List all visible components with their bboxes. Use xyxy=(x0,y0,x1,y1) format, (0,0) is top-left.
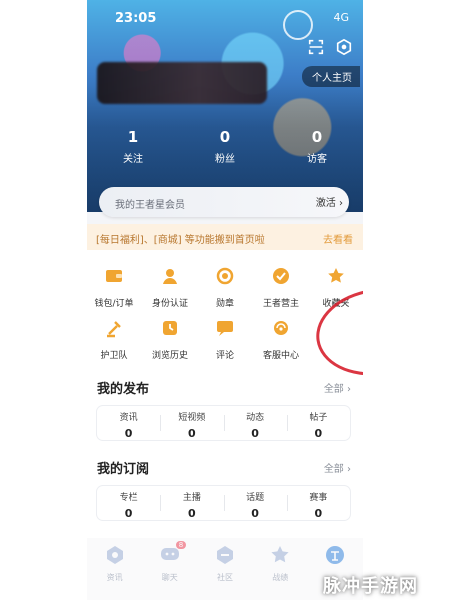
status-signal: 4G xyxy=(333,11,349,24)
grid-label: 身份认证 xyxy=(151,299,188,309)
subs-streamers[interactable]: 主播 0 xyxy=(160,486,223,520)
posts-moments[interactable]: 动态 0 xyxy=(223,406,287,440)
grid-label: 客服中心 xyxy=(262,351,299,361)
stat-fans[interactable]: 0 粉丝 xyxy=(179,128,271,165)
star-icon xyxy=(328,268,344,283)
cell-value: 0 xyxy=(188,427,196,440)
vip-membership-bar[interactable]: 我的王者星会员 激活 › xyxy=(99,187,349,217)
grid-item-wallet[interactable]: 钱包/订单 xyxy=(87,266,142,309)
posts-news[interactable]: 资讯 0 xyxy=(97,406,160,440)
my-subscriptions-section: 我的订阅 全部 › 专栏 0 主播 0 话题 0 赛事 0 xyxy=(87,442,363,538)
redacted-user-info xyxy=(97,62,267,104)
check-badge-icon xyxy=(273,268,289,284)
cell-label: 资讯 xyxy=(119,413,138,423)
tab-record[interactable]: 战绩 xyxy=(253,538,308,600)
stat-visitors[interactable]: 0 访客 xyxy=(271,128,363,165)
posts-threads[interactable]: 帖子 0 xyxy=(286,406,350,440)
phone-screen: 23:05 4G 个人主页 1 关注 0 粉丝 0 访客 我的王者星会员 激活 … xyxy=(87,0,363,600)
cell-label: 赛事 xyxy=(309,493,328,503)
grid-item-comments[interactable]: 评论 xyxy=(197,318,253,361)
grid-label: 勋章 xyxy=(215,299,234,309)
tab-chat[interactable]: 8 聊天 xyxy=(142,538,197,600)
stat-value: 0 xyxy=(219,128,231,146)
profile-stats: 1 关注 0 粉丝 0 访客 xyxy=(87,128,363,165)
status-bar: 23:05 4G xyxy=(87,8,363,28)
comment-icon xyxy=(217,321,233,336)
tab-news[interactable]: 资讯 xyxy=(87,538,142,600)
grid-item-history[interactable]: 浏览历史 xyxy=(142,318,198,361)
stat-label: 粉丝 xyxy=(215,154,235,165)
section-title: 我的订阅 xyxy=(97,462,150,477)
posts-videos[interactable]: 短视频 0 xyxy=(160,406,223,440)
cell-label: 专栏 xyxy=(119,493,138,503)
celebrate-icon xyxy=(326,546,345,564)
tab-label: 聊天 xyxy=(161,573,178,582)
site-watermark: 脉冲手游网 xyxy=(323,568,449,598)
grid-item-guard[interactable]: 护卫队 xyxy=(87,318,142,361)
posts-stats: 资讯 0 短视频 0 动态 0 帖子 0 xyxy=(97,406,350,440)
notice-banner: [每日福利]、[商城] 等功能搬到首页啦 去看看 xyxy=(87,224,363,250)
cell-value: 0 xyxy=(314,427,323,440)
cell-value: 0 xyxy=(124,507,133,520)
section-title: 我的发布 xyxy=(97,382,150,397)
settings-hexagon-icon[interactable] xyxy=(335,38,353,56)
support-icon xyxy=(274,321,288,335)
tab-label: 资讯 xyxy=(106,573,123,582)
cell-value: 0 xyxy=(188,507,196,520)
scan-icon[interactable] xyxy=(307,38,325,56)
watermark-text: 脉冲手游网 xyxy=(323,576,418,597)
notice-link[interactable]: 去看看 xyxy=(323,231,353,246)
bottom-tab-bar: 资讯 8 聊天 社区 战绩 xyxy=(87,538,363,600)
profile-home-button[interactable]: 个人主页 xyxy=(302,66,360,87)
record-icon xyxy=(271,546,289,563)
tab-label: 社区 xyxy=(217,573,233,582)
grid-label: 浏览历史 xyxy=(151,351,188,361)
cell-value: 0 xyxy=(251,507,259,520)
stat-following[interactable]: 1 关注 xyxy=(87,128,179,165)
grid-item-medal[interactable]: 勋章 xyxy=(197,266,253,309)
history-icon xyxy=(163,321,177,335)
medal-icon xyxy=(216,267,234,285)
tab-label: 战绩 xyxy=(272,573,289,582)
guard-icon xyxy=(107,321,121,338)
status-time: 23:05 xyxy=(115,11,157,26)
stat-label: 访客 xyxy=(307,154,327,165)
grid-item-support[interactable]: 客服中心 xyxy=(253,318,309,361)
vip-activate-button[interactable]: 激活 › xyxy=(316,194,343,209)
view-all-link[interactable]: 全部 › xyxy=(324,380,351,395)
grid-label: 评论 xyxy=(215,351,234,361)
subs-events[interactable]: 赛事 0 xyxy=(286,486,350,520)
chat-badge: 8 xyxy=(175,541,187,549)
grid-label: 护卫队 xyxy=(100,351,128,361)
subscriptions-stats: 专栏 0 主播 0 话题 0 赛事 0 xyxy=(97,486,350,520)
tab-community[interactable]: 社区 xyxy=(197,538,252,600)
profile-header-banner xyxy=(87,0,363,212)
cell-label: 主播 xyxy=(182,493,201,503)
news-icon xyxy=(106,546,123,564)
cell-value: 0 xyxy=(314,507,323,520)
grid-item-camp-host[interactable]: 王者营主 xyxy=(253,266,309,309)
wallet-icon xyxy=(106,270,122,282)
subs-columns[interactable]: 专栏 0 xyxy=(97,486,160,520)
grid-item-identity[interactable]: 身份认证 xyxy=(142,266,198,309)
cell-label: 短视频 xyxy=(178,413,206,423)
id-icon xyxy=(163,269,177,284)
cell-value: 0 xyxy=(124,427,133,440)
cell-label: 动态 xyxy=(246,413,265,423)
subs-topics[interactable]: 话题 0 xyxy=(223,486,287,520)
cell-value: 0 xyxy=(251,427,259,440)
view-all-link[interactable]: 全部 › xyxy=(324,460,351,475)
stat-label: 关注 xyxy=(123,154,143,165)
notice-text: [每日福利]、[商城] 等功能搬到首页啦 xyxy=(96,235,265,246)
cell-label: 话题 xyxy=(246,493,265,503)
grid-label: 王者营主 xyxy=(262,299,299,309)
community-icon xyxy=(217,546,233,564)
grid-label: 钱包/订单 xyxy=(94,299,134,309)
vip-text: 我的王者星会员 xyxy=(115,200,185,211)
my-posts-section: 我的发布 全部 › 资讯 0 短视频 0 动态 0 帖子 0 xyxy=(87,362,363,450)
stat-value: 0 xyxy=(311,128,323,146)
header-actions xyxy=(307,38,353,56)
stat-value: 1 xyxy=(127,128,139,146)
cell-label: 帖子 xyxy=(309,413,328,423)
